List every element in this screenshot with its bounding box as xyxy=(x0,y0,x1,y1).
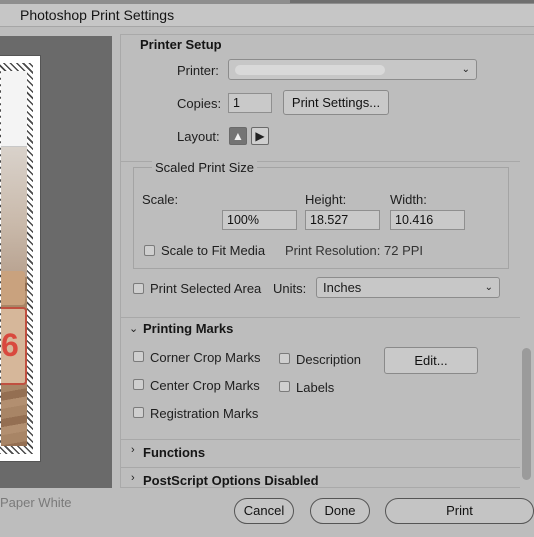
section-divider xyxy=(121,317,521,318)
center-crop-marks-checkbox[interactable] xyxy=(133,379,144,390)
corner-crop-marks-checkbox[interactable] xyxy=(133,351,144,362)
units-label: Units: xyxy=(273,281,307,296)
cancel-button[interactable]: Cancel xyxy=(234,498,294,524)
landscape-layout-icon[interactable]: ▶ xyxy=(251,127,269,145)
labels-checkbox[interactable] xyxy=(279,381,290,392)
edit-description-button[interactable]: Edit... xyxy=(384,347,478,374)
window-title: Photoshop Print Settings xyxy=(0,4,534,26)
scale-to-fit-checkbox[interactable] xyxy=(144,245,155,256)
toy-block-number: 6 xyxy=(1,327,19,363)
print-selected-area-label: Print Selected Area xyxy=(150,281,262,296)
chevron-down-icon: ⌄ xyxy=(484,282,493,293)
settings-panel: Printer Setup Printer: ⌄ Copies: 1 Print… xyxy=(120,34,534,488)
postscript-options-header[interactable]: PostScript Options Disabled xyxy=(143,473,319,488)
printer-setup-title: Printer Setup xyxy=(140,37,222,52)
scale-to-fit-label: Scale to Fit Media xyxy=(161,243,266,258)
registration-marks-checkbox[interactable] xyxy=(133,407,144,418)
done-button[interactable]: Done xyxy=(310,498,370,524)
scaled-print-size-title: Scaled Print Size xyxy=(152,160,257,175)
print-selected-area-checkbox[interactable] xyxy=(133,283,144,294)
functions-header[interactable]: Functions xyxy=(143,445,205,460)
units-value: Inches xyxy=(323,280,362,295)
portrait-layout-icon[interactable]: ▲ xyxy=(229,127,247,145)
paper-white-label: Paper White xyxy=(0,495,72,510)
description-checkbox[interactable] xyxy=(279,353,290,364)
preview-paper: 6 xyxy=(0,56,40,461)
print-preview: 6 xyxy=(0,36,112,488)
print-button[interactable]: Print xyxy=(385,498,534,524)
copies-input[interactable]: 1 xyxy=(228,93,272,113)
printer-select[interactable]: ⌄ xyxy=(228,59,477,80)
width-input[interactable]: 10.416 xyxy=(390,210,465,230)
scaled-print-size-group: Scaled Print Size Scale: Height: Width: … xyxy=(133,160,509,269)
chevron-right-icon[interactable]: › xyxy=(131,444,135,456)
description-label: Description xyxy=(296,352,362,367)
copies-label: Copies: xyxy=(177,96,222,111)
top-strip-dark xyxy=(290,0,534,3)
scale-input[interactable]: 100% xyxy=(222,210,297,230)
titlebar-divider xyxy=(0,26,534,27)
printer-label: Printer: xyxy=(177,63,219,78)
layout-label: Layout: xyxy=(177,129,220,144)
corner-crop-marks-label: Corner Crop Marks xyxy=(150,350,261,365)
center-crop-marks-label: Center Crop Marks xyxy=(150,378,260,393)
printer-name-redacted xyxy=(235,65,385,75)
chevron-down-icon[interactable]: ⌄ xyxy=(129,322,138,335)
print-resolution-text: Print Resolution: 72 PPI xyxy=(285,243,424,258)
registration-marks-label: Registration Marks xyxy=(150,406,259,421)
labels-label: Labels xyxy=(296,380,335,395)
width-label: Width: xyxy=(390,192,427,207)
printer-setup-section: Printer Setup Printer: ⌄ Copies: 1 Print… xyxy=(121,35,534,157)
printing-marks-header[interactable]: Printing Marks xyxy=(143,321,233,336)
chevron-right-icon[interactable]: › xyxy=(131,472,135,484)
print-settings-button[interactable]: Print Settings... xyxy=(283,90,389,115)
height-label: Height: xyxy=(305,192,347,207)
section-divider xyxy=(121,467,521,468)
height-input[interactable]: 18.527 xyxy=(305,210,380,230)
chevron-down-icon: ⌄ xyxy=(461,64,470,75)
scrollbar-thumb[interactable] xyxy=(522,348,531,480)
units-select[interactable]: Inches ⌄ xyxy=(316,277,500,298)
scale-label: Scale: xyxy=(142,192,179,207)
preview-photo: 6 xyxy=(1,71,27,446)
toy-block: 6 xyxy=(1,307,27,385)
section-divider xyxy=(121,439,521,440)
